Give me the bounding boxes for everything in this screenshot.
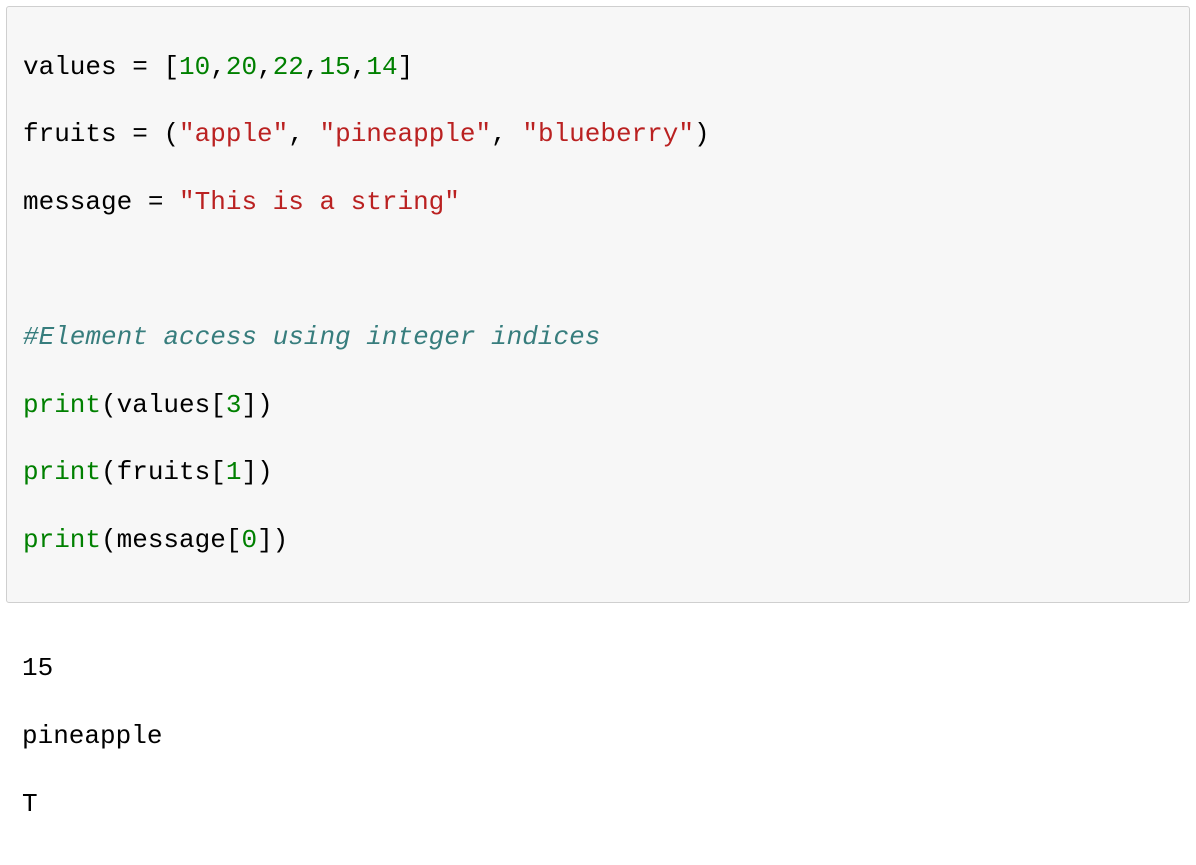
variable-ref: message xyxy=(117,525,226,555)
paren-close: ) xyxy=(257,390,273,420)
assign-op: = xyxy=(132,187,179,217)
print-builtin: print xyxy=(23,457,101,487)
string-literal: "This is a string" xyxy=(179,187,460,217)
comma: , xyxy=(288,119,319,149)
code-line-1: values = [10,20,22,15,14] xyxy=(23,51,1173,85)
number-literal: 14 xyxy=(366,52,397,82)
code-output-cell: 15 pineapple T xyxy=(0,603,1196,865)
bracket-close: ] xyxy=(241,390,257,420)
assign-op: = xyxy=(117,52,164,82)
paren-open: ( xyxy=(101,390,117,420)
number-literal: 15 xyxy=(320,52,351,82)
comma: , xyxy=(304,52,320,82)
output-line-1: 15 xyxy=(22,652,1180,686)
bracket-open: [ xyxy=(210,390,226,420)
output-line-2: pineapple xyxy=(22,720,1180,754)
code-input-cell: values = [10,20,22,15,14] fruits = ("app… xyxy=(6,6,1190,603)
bracket-close: ] xyxy=(398,52,414,82)
code-line-6: print(values[3]) xyxy=(23,389,1173,423)
bracket-open: [ xyxy=(163,52,179,82)
paren-open: ( xyxy=(101,525,117,555)
bracket-open: [ xyxy=(210,457,226,487)
blank-line xyxy=(23,254,1173,288)
variable-message: message xyxy=(23,187,132,217)
comma: , xyxy=(210,52,226,82)
assign-op: = xyxy=(117,119,164,149)
variable-fruits: fruits xyxy=(23,119,117,149)
number-literal: 22 xyxy=(273,52,304,82)
paren-close: ) xyxy=(273,525,289,555)
index-literal: 1 xyxy=(226,457,242,487)
variable-values: values xyxy=(23,52,117,82)
paren-close: ) xyxy=(694,119,710,149)
bracket-open: [ xyxy=(226,525,242,555)
comma: , xyxy=(351,52,367,82)
bracket-close: ] xyxy=(241,457,257,487)
number-literal: 10 xyxy=(179,52,210,82)
paren-close: ) xyxy=(257,457,273,487)
code-line-8: print(message[0]) xyxy=(23,524,1173,558)
code-line-7: print(fruits[1]) xyxy=(23,456,1173,490)
string-literal: "blueberry" xyxy=(522,119,694,149)
code-line-3: message = "This is a string" xyxy=(23,186,1173,220)
paren-open: ( xyxy=(163,119,179,149)
index-literal: 3 xyxy=(226,390,242,420)
print-builtin: print xyxy=(23,390,101,420)
string-literal: "pineapple" xyxy=(319,119,491,149)
output-line-3: T xyxy=(22,788,1180,822)
number-literal: 20 xyxy=(226,52,257,82)
bracket-close: ] xyxy=(257,525,273,555)
comma: , xyxy=(491,119,522,149)
code-line-5: #Element access using integer indices xyxy=(23,321,1173,355)
comma: , xyxy=(257,52,273,82)
comment: #Element access using integer indices xyxy=(23,322,600,352)
paren-open: ( xyxy=(101,457,117,487)
variable-ref: fruits xyxy=(117,457,211,487)
print-builtin: print xyxy=(23,525,101,555)
variable-ref: values xyxy=(117,390,211,420)
string-literal: "apple" xyxy=(179,119,288,149)
code-line-2: fruits = ("apple", "pineapple", "blueber… xyxy=(23,118,1173,152)
index-literal: 0 xyxy=(241,525,257,555)
